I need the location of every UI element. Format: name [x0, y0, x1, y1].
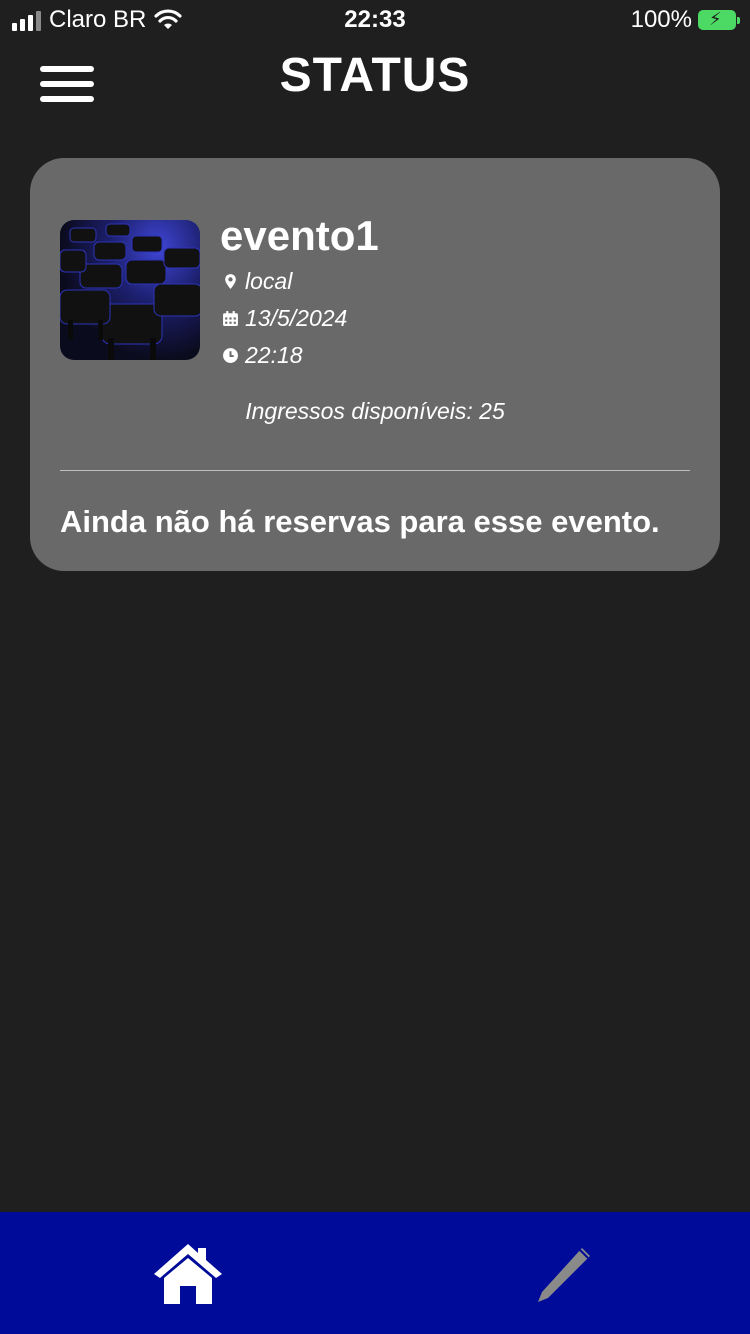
clock-icon — [223, 348, 238, 363]
card-divider — [60, 470, 690, 471]
location-pin-icon — [225, 274, 236, 289]
event-card[interactable]: evento1 local 13/5/2024 22:18 Ingressos … — [30, 158, 720, 571]
event-location-row: local — [222, 268, 292, 295]
nav-edit-button[interactable] — [530, 1242, 596, 1308]
home-icon — [154, 1244, 222, 1304]
battery-percentage: 100% — [630, 6, 692, 33]
event-name: evento1 — [220, 212, 379, 259]
event-location: local — [245, 268, 293, 294]
screen: Claro BR 22:33 100% ⚡ STATUS evento1 loc… — [0, 0, 750, 1334]
event-image — [60, 220, 200, 360]
calendar-icon — [223, 311, 238, 326]
page-title: STATUS — [279, 49, 471, 102]
event-time-row: 22:18 — [222, 342, 303, 369]
nav-home-button[interactable] — [152, 1240, 224, 1306]
no-reservations-message: Ainda não há reservas para esse evento. — [60, 504, 660, 539]
event-date: 13/5/2024 — [245, 305, 348, 331]
tickets-available: Ingressos disponíveis: 25 — [245, 398, 505, 424]
event-time: 22:18 — [245, 342, 303, 368]
status-bar: Claro BR 22:33 100% ⚡ — [0, 0, 750, 40]
event-date-row: 13/5/2024 — [222, 305, 347, 332]
battery-charging-icon: ⚡ — [698, 9, 740, 30]
pencil-icon — [538, 1248, 590, 1302]
header: STATUS — [0, 48, 750, 112]
bottom-nav — [0, 1212, 750, 1334]
status-bar-right: 100% ⚡ — [630, 6, 740, 34]
